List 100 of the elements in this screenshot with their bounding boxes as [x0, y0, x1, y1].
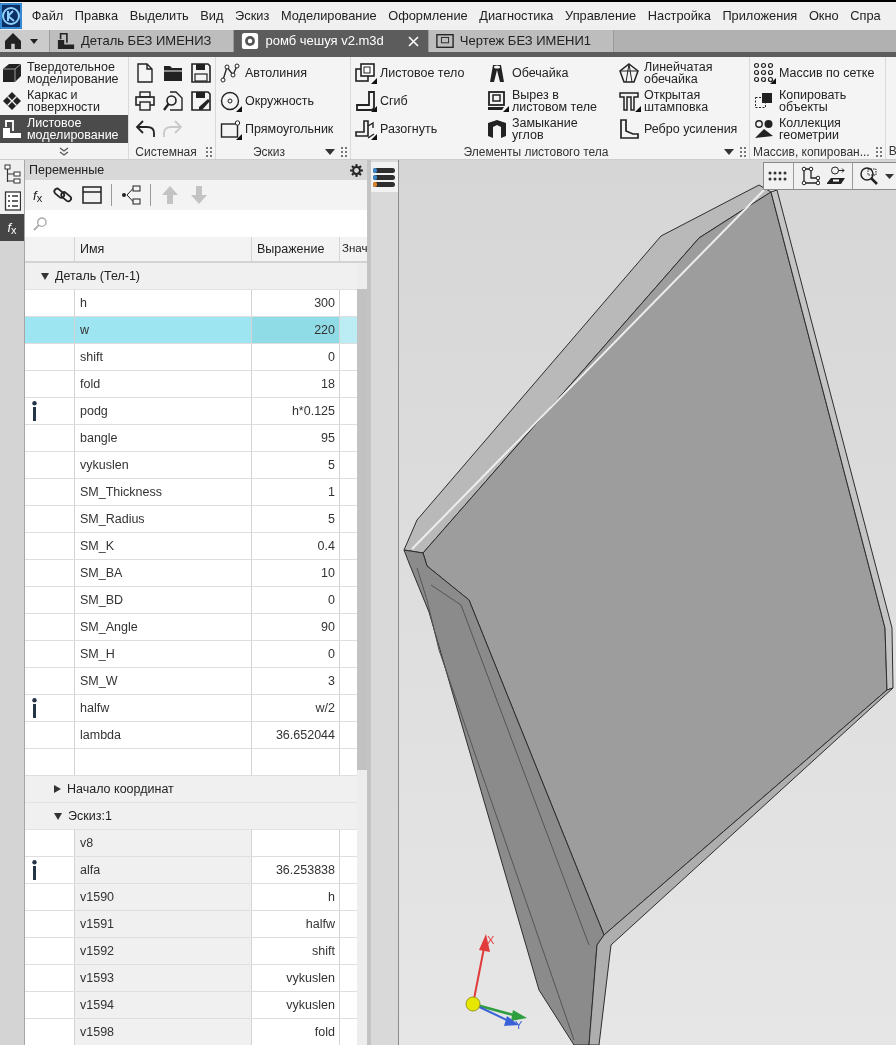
- document-tab[interactable]: Деталь БЕЗ ИМЕНИЗ: [50, 30, 235, 52]
- home-button[interactable]: [0, 30, 50, 52]
- scrollbar-thumb[interactable]: [357, 289, 367, 770]
- mode-button[interactable]: Твердотельное моделирование: [0, 59, 128, 87]
- tool-button[interactable]: Линейчатая обечайка: [617, 59, 749, 87]
- tree-group-row[interactable]: Деталь (Тел-1): [25, 263, 357, 290]
- menu-item[interactable]: Приложения: [716, 6, 804, 26]
- tool-button[interactable]: Вырез в листовом теле: [485, 87, 617, 115]
- document-icon[interactable]: [135, 63, 155, 83]
- folder-icon[interactable]: [163, 63, 183, 83]
- variable-row[interactable]: alfa 36.253838: [25, 857, 357, 884]
- caret-down-icon[interactable]: [41, 272, 49, 280]
- variable-row[interactable]: v1593 vykuslen: [25, 965, 357, 992]
- mode-button[interactable]: Листовое моделирование: [0, 115, 128, 143]
- menu-item[interactable]: Настройка: [642, 6, 717, 26]
- variable-row[interactable]: fold 18: [25, 371, 357, 398]
- vertical-scrollbar[interactable]: [357, 263, 367, 1045]
- undo-arrow-icon[interactable]: [135, 119, 155, 139]
- tool-button[interactable]: Коллекция геометрии: [752, 115, 884, 143]
- menu-item[interactable]: Диагностика: [473, 6, 560, 26]
- variable-row[interactable]: SM_K 0.4: [25, 533, 357, 560]
- panel-tab[interactable]: [0, 160, 24, 187]
- menu-item[interactable]: Правка: [69, 6, 124, 26]
- dropdown-caret-icon[interactable]: [325, 148, 335, 155]
- variable-row[interactable]: v1592 shift: [25, 938, 357, 965]
- menu-item[interactable]: Моделирование: [275, 6, 383, 26]
- variable-row[interactable]: v1590 h: [25, 884, 357, 911]
- variable-row[interactable]: shift 0: [25, 344, 357, 371]
- document-tab[interactable]: ромб чешуя v2.m3d: [234, 30, 429, 52]
- variable-row[interactable]: bangle 95: [25, 425, 357, 452]
- column-header[interactable]: Выражение: [252, 237, 340, 261]
- printer-icon[interactable]: [135, 91, 155, 111]
- grip-icon[interactable]: [206, 146, 212, 157]
- grip-icon[interactable]: [341, 146, 347, 157]
- document-magnifier-icon[interactable]: [163, 91, 183, 111]
- tool-button[interactable]: Обечайка: [485, 59, 617, 87]
- name-cell: SM_BA: [75, 560, 252, 586]
- grip-icon[interactable]: [740, 146, 746, 157]
- variable-row[interactable]: h 300: [25, 290, 357, 317]
- variable-row[interactable]: w 220: [25, 317, 357, 344]
- view-menu-button[interactable]: [371, 162, 398, 192]
- close-icon[interactable]: [407, 35, 419, 47]
- variable-row[interactable]: v8: [25, 830, 357, 857]
- tree-branches-icon[interactable]: [121, 185, 142, 205]
- caret-down-icon[interactable]: [885, 173, 894, 179]
- tree-group-row[interactable]: Начало координат: [25, 776, 357, 803]
- tool-button[interactable]: Автолиния: [218, 59, 350, 87]
- variable-row[interactable]: SM_Thickness 1: [25, 479, 357, 506]
- variable-row[interactable]: SM_BD 0: [25, 587, 357, 614]
- table-icon[interactable]: [82, 185, 103, 205]
- variable-row[interactable]: SM_W 3: [25, 668, 357, 695]
- dropdown-caret-icon[interactable]: [724, 148, 734, 155]
- variable-row[interactable]: lambda 36.652044: [25, 722, 357, 749]
- grip-icon[interactable]: [875, 146, 882, 157]
- menu-item[interactable]: Выделить: [123, 6, 195, 26]
- app-logo-icon[interactable]: [0, 3, 22, 29]
- variable-row[interactable]: v1594 vykuslen: [25, 992, 357, 1019]
- settings-icon[interactable]: [349, 162, 364, 178]
- menu-item[interactable]: Управление: [559, 6, 642, 26]
- variable-row[interactable]: v1591 halfw: [25, 911, 357, 938]
- tool-button[interactable]: Окружность: [218, 87, 350, 115]
- variable-row[interactable]: podg h*0.125: [25, 398, 357, 425]
- menu-item[interactable]: Эскиз: [229, 6, 276, 26]
- column-header[interactable]: Знач: [340, 237, 367, 261]
- menu-item[interactable]: Спра: [844, 6, 881, 26]
- tool-button[interactable]: Сгиб: [353, 87, 485, 115]
- menu-item[interactable]: Оформление: [382, 6, 474, 26]
- caret-right-icon[interactable]: [54, 785, 61, 793]
- tool-button[interactable]: Прямоугольник: [218, 115, 350, 143]
- variable-row[interactable]: vykuslen 5: [25, 452, 357, 479]
- menu-item[interactable]: Окно: [803, 6, 845, 26]
- caret-down-icon[interactable]: [54, 812, 62, 820]
- menu-item[interactable]: Вид: [194, 6, 230, 26]
- plane-orientation-icon[interactable]: [826, 166, 846, 186]
- tool-button[interactable]: Ребро усиления: [617, 115, 749, 143]
- menu-item[interactable]: Файл: [26, 6, 70, 26]
- floppy-pencil-icon[interactable]: [191, 91, 211, 111]
- tool-button[interactable]: Замыкание углов: [485, 115, 617, 143]
- mode-button[interactable]: Каркас и поверхности: [0, 87, 128, 115]
- chain-link-icon[interactable]: [53, 185, 74, 205]
- column-header[interactable]: Имя: [75, 237, 252, 261]
- panel-tab[interactable]: [0, 187, 24, 214]
- variable-row[interactable]: SM_Angle 90: [25, 614, 357, 641]
- dot-grid-icon[interactable]: [768, 171, 787, 181]
- tool-button[interactable]: Разогнуть: [353, 115, 485, 143]
- panel-tab[interactable]: f$_{x}$: [0, 214, 24, 241]
- sketch-corner-icon[interactable]: [800, 166, 820, 186]
- tool-button[interactable]: Копировать объекты: [752, 87, 884, 115]
- variable-row[interactable]: SM_BA 10: [25, 560, 357, 587]
- variable-row[interactable]: SM_Radius 5: [25, 506, 357, 533]
- tool-button[interactable]: Листовое тело: [353, 59, 485, 87]
- tool-button[interactable]: Массив по сетке: [752, 59, 884, 87]
- variable-row[interactable]: halfw w/2: [25, 695, 357, 722]
- zoom-window-icon[interactable]: [859, 166, 879, 186]
- tool-button[interactable]: Открытая штамповка: [617, 87, 749, 115]
- double-chevron-down-icon[interactable]: [59, 146, 69, 156]
- variable-row[interactable]: SM_H 0: [25, 641, 357, 668]
- document-tab[interactable]: Чертеж БЕЗ ИМЕНИ1: [428, 30, 615, 52]
- formula-button[interactable]: f$_{x}$: [31, 188, 45, 202]
- tree-group-row[interactable]: Эскиз:1: [25, 803, 357, 830]
